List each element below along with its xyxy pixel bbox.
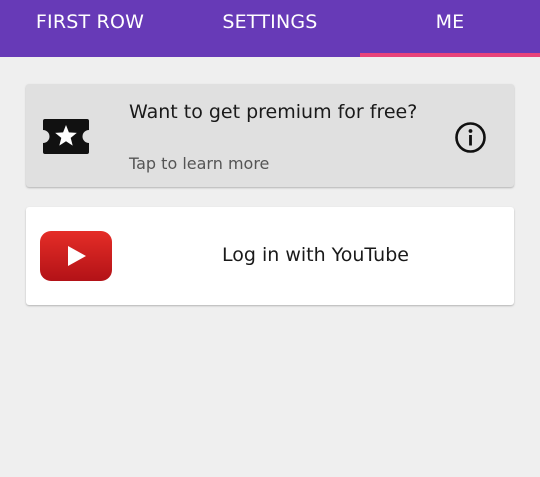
- tab-me[interactable]: ME: [360, 0, 540, 57]
- premium-card[interactable]: Want to get premium for free? Tap to lea…: [26, 84, 514, 187]
- tab-label: SETTINGS: [222, 11, 318, 33]
- info-icon[interactable]: [454, 121, 487, 154]
- tab-first-row[interactable]: FIRST ROW: [0, 0, 180, 57]
- youtube-logo-icon: [40, 231, 112, 281]
- premium-subtitle: Tap to learn more: [129, 154, 270, 173]
- premium-title: Want to get premium for free?: [129, 101, 418, 123]
- tab-label: ME: [435, 11, 465, 33]
- ticket-star-icon: [43, 119, 89, 154]
- tab-bar: FIRST ROW SETTINGS ME: [0, 0, 540, 57]
- tab-label: FIRST ROW: [35, 11, 145, 33]
- youtube-login-label: Log in with YouTube: [222, 244, 409, 266]
- tab-selected-indicator: [360, 53, 540, 57]
- tab-settings[interactable]: SETTINGS: [180, 0, 360, 57]
- youtube-login-card[interactable]: Log in with YouTube: [26, 207, 514, 305]
